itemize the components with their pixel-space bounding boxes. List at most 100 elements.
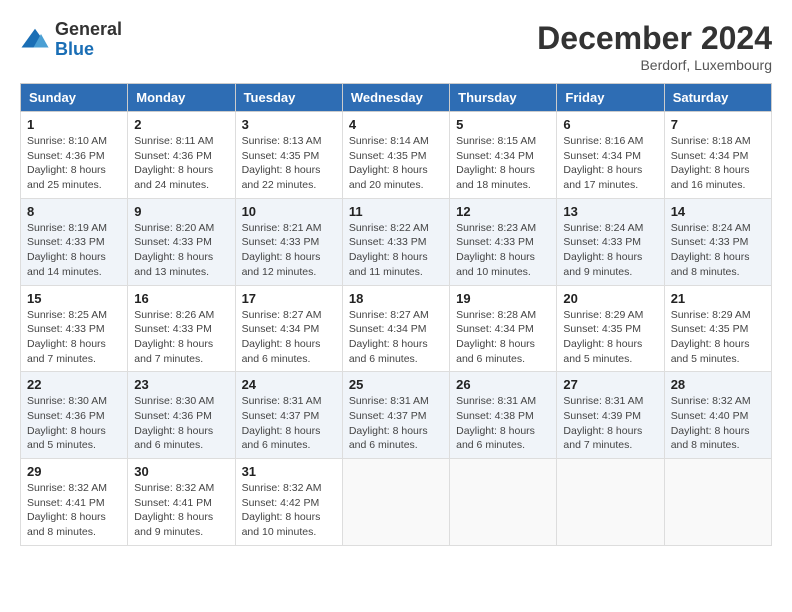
day-info: Sunrise: 8:31 AM Sunset: 4:37 PM Dayligh… <box>349 394 443 453</box>
day-cell-8: 8 Sunrise: 8:19 AM Sunset: 4:33 PM Dayli… <box>21 198 128 285</box>
day-info: Sunrise: 8:14 AM Sunset: 4:35 PM Dayligh… <box>349 134 443 193</box>
header-thursday: Thursday <box>450 84 557 112</box>
day-number: 16 <box>134 291 228 306</box>
day-info: Sunrise: 8:26 AM Sunset: 4:33 PM Dayligh… <box>134 308 228 367</box>
day-info: Sunrise: 8:23 AM Sunset: 4:33 PM Dayligh… <box>456 221 550 280</box>
header-wednesday: Wednesday <box>342 84 449 112</box>
day-cell-3: 3 Sunrise: 8:13 AM Sunset: 4:35 PM Dayli… <box>235 112 342 199</box>
day-cell-7: 7 Sunrise: 8:18 AM Sunset: 4:34 PM Dayli… <box>664 112 771 199</box>
day-cell-27: 27 Sunrise: 8:31 AM Sunset: 4:39 PM Dayl… <box>557 372 664 459</box>
day-cell-25: 25 Sunrise: 8:31 AM Sunset: 4:37 PM Dayl… <box>342 372 449 459</box>
logo-text: General Blue <box>55 20 122 60</box>
empty-cell-4-5 <box>557 459 664 546</box>
calendar-table: SundayMondayTuesdayWednesdayThursdayFrid… <box>20 83 772 546</box>
day-cell-12: 12 Sunrise: 8:23 AM Sunset: 4:33 PM Dayl… <box>450 198 557 285</box>
logo-icon <box>20 25 50 55</box>
day-cell-5: 5 Sunrise: 8:15 AM Sunset: 4:34 PM Dayli… <box>450 112 557 199</box>
day-number: 10 <box>242 204 336 219</box>
day-info: Sunrise: 8:27 AM Sunset: 4:34 PM Dayligh… <box>349 308 443 367</box>
day-number: 17 <box>242 291 336 306</box>
day-cell-17: 17 Sunrise: 8:27 AM Sunset: 4:34 PM Dayl… <box>235 285 342 372</box>
page-header: General Blue December 2024 Berdorf, Luxe… <box>20 20 772 73</box>
day-number: 18 <box>349 291 443 306</box>
day-cell-15: 15 Sunrise: 8:25 AM Sunset: 4:33 PM Dayl… <box>21 285 128 372</box>
day-number: 30 <box>134 464 228 479</box>
day-cell-1: 1 Sunrise: 8:10 AM Sunset: 4:36 PM Dayli… <box>21 112 128 199</box>
day-info: Sunrise: 8:21 AM Sunset: 4:33 PM Dayligh… <box>242 221 336 280</box>
day-number: 8 <box>27 204 121 219</box>
day-cell-23: 23 Sunrise: 8:30 AM Sunset: 4:36 PM Dayl… <box>128 372 235 459</box>
day-cell-2: 2 Sunrise: 8:11 AM Sunset: 4:36 PM Dayli… <box>128 112 235 199</box>
day-number: 6 <box>563 117 657 132</box>
week-row-4: 22 Sunrise: 8:30 AM Sunset: 4:36 PM Dayl… <box>21 372 772 459</box>
day-number: 9 <box>134 204 228 219</box>
header-tuesday: Tuesday <box>235 84 342 112</box>
day-number: 29 <box>27 464 121 479</box>
day-cell-9: 9 Sunrise: 8:20 AM Sunset: 4:33 PM Dayli… <box>128 198 235 285</box>
day-number: 5 <box>456 117 550 132</box>
day-number: 19 <box>456 291 550 306</box>
location: Berdorf, Luxembourg <box>537 57 772 73</box>
day-info: Sunrise: 8:20 AM Sunset: 4:33 PM Dayligh… <box>134 221 228 280</box>
week-row-1: 1 Sunrise: 8:10 AM Sunset: 4:36 PM Dayli… <box>21 112 772 199</box>
day-number: 1 <box>27 117 121 132</box>
day-number: 21 <box>671 291 765 306</box>
day-cell-4: 4 Sunrise: 8:14 AM Sunset: 4:35 PM Dayli… <box>342 112 449 199</box>
day-number: 13 <box>563 204 657 219</box>
day-info: Sunrise: 8:15 AM Sunset: 4:34 PM Dayligh… <box>456 134 550 193</box>
empty-cell-4-4 <box>450 459 557 546</box>
day-cell-30: 30 Sunrise: 8:32 AM Sunset: 4:41 PM Dayl… <box>128 459 235 546</box>
day-info: Sunrise: 8:22 AM Sunset: 4:33 PM Dayligh… <box>349 221 443 280</box>
empty-cell-4-6 <box>664 459 771 546</box>
day-info: Sunrise: 8:25 AM Sunset: 4:33 PM Dayligh… <box>27 308 121 367</box>
day-info: Sunrise: 8:24 AM Sunset: 4:33 PM Dayligh… <box>671 221 765 280</box>
day-cell-6: 6 Sunrise: 8:16 AM Sunset: 4:34 PM Dayli… <box>557 112 664 199</box>
day-info: Sunrise: 8:29 AM Sunset: 4:35 PM Dayligh… <box>671 308 765 367</box>
day-number: 15 <box>27 291 121 306</box>
day-cell-10: 10 Sunrise: 8:21 AM Sunset: 4:33 PM Dayl… <box>235 198 342 285</box>
day-cell-28: 28 Sunrise: 8:32 AM Sunset: 4:40 PM Dayl… <box>664 372 771 459</box>
day-info: Sunrise: 8:19 AM Sunset: 4:33 PM Dayligh… <box>27 221 121 280</box>
day-info: Sunrise: 8:30 AM Sunset: 4:36 PM Dayligh… <box>134 394 228 453</box>
empty-cell-4-3 <box>342 459 449 546</box>
day-number: 2 <box>134 117 228 132</box>
day-number: 14 <box>671 204 765 219</box>
day-number: 12 <box>456 204 550 219</box>
day-cell-13: 13 Sunrise: 8:24 AM Sunset: 4:33 PM Dayl… <box>557 198 664 285</box>
logo-general: General <box>55 20 122 40</box>
day-number: 4 <box>349 117 443 132</box>
day-cell-18: 18 Sunrise: 8:27 AM Sunset: 4:34 PM Dayl… <box>342 285 449 372</box>
day-info: Sunrise: 8:29 AM Sunset: 4:35 PM Dayligh… <box>563 308 657 367</box>
day-info: Sunrise: 8:31 AM Sunset: 4:39 PM Dayligh… <box>563 394 657 453</box>
day-cell-20: 20 Sunrise: 8:29 AM Sunset: 4:35 PM Dayl… <box>557 285 664 372</box>
header-saturday: Saturday <box>664 84 771 112</box>
day-info: Sunrise: 8:10 AM Sunset: 4:36 PM Dayligh… <box>27 134 121 193</box>
day-cell-24: 24 Sunrise: 8:31 AM Sunset: 4:37 PM Dayl… <box>235 372 342 459</box>
day-number: 24 <box>242 377 336 392</box>
day-info: Sunrise: 8:16 AM Sunset: 4:34 PM Dayligh… <box>563 134 657 193</box>
week-row-3: 15 Sunrise: 8:25 AM Sunset: 4:33 PM Dayl… <box>21 285 772 372</box>
day-cell-26: 26 Sunrise: 8:31 AM Sunset: 4:38 PM Dayl… <box>450 372 557 459</box>
day-cell-21: 21 Sunrise: 8:29 AM Sunset: 4:35 PM Dayl… <box>664 285 771 372</box>
month-title: December 2024 <box>537 20 772 57</box>
day-info: Sunrise: 8:32 AM Sunset: 4:42 PM Dayligh… <box>242 481 336 540</box>
day-cell-11: 11 Sunrise: 8:22 AM Sunset: 4:33 PM Dayl… <box>342 198 449 285</box>
day-number: 11 <box>349 204 443 219</box>
day-info: Sunrise: 8:11 AM Sunset: 4:36 PM Dayligh… <box>134 134 228 193</box>
day-info: Sunrise: 8:27 AM Sunset: 4:34 PM Dayligh… <box>242 308 336 367</box>
day-cell-16: 16 Sunrise: 8:26 AM Sunset: 4:33 PM Dayl… <box>128 285 235 372</box>
day-number: 20 <box>563 291 657 306</box>
day-info: Sunrise: 8:13 AM Sunset: 4:35 PM Dayligh… <box>242 134 336 193</box>
day-info: Sunrise: 8:31 AM Sunset: 4:37 PM Dayligh… <box>242 394 336 453</box>
day-info: Sunrise: 8:30 AM Sunset: 4:36 PM Dayligh… <box>27 394 121 453</box>
day-number: 26 <box>456 377 550 392</box>
logo-blue: Blue <box>55 40 122 60</box>
day-cell-19: 19 Sunrise: 8:28 AM Sunset: 4:34 PM Dayl… <box>450 285 557 372</box>
day-info: Sunrise: 8:31 AM Sunset: 4:38 PM Dayligh… <box>456 394 550 453</box>
header-friday: Friday <box>557 84 664 112</box>
week-row-2: 8 Sunrise: 8:19 AM Sunset: 4:33 PM Dayli… <box>21 198 772 285</box>
header-sunday: Sunday <box>21 84 128 112</box>
day-number: 3 <box>242 117 336 132</box>
day-cell-14: 14 Sunrise: 8:24 AM Sunset: 4:33 PM Dayl… <box>664 198 771 285</box>
week-row-5: 29 Sunrise: 8:32 AM Sunset: 4:41 PM Dayl… <box>21 459 772 546</box>
